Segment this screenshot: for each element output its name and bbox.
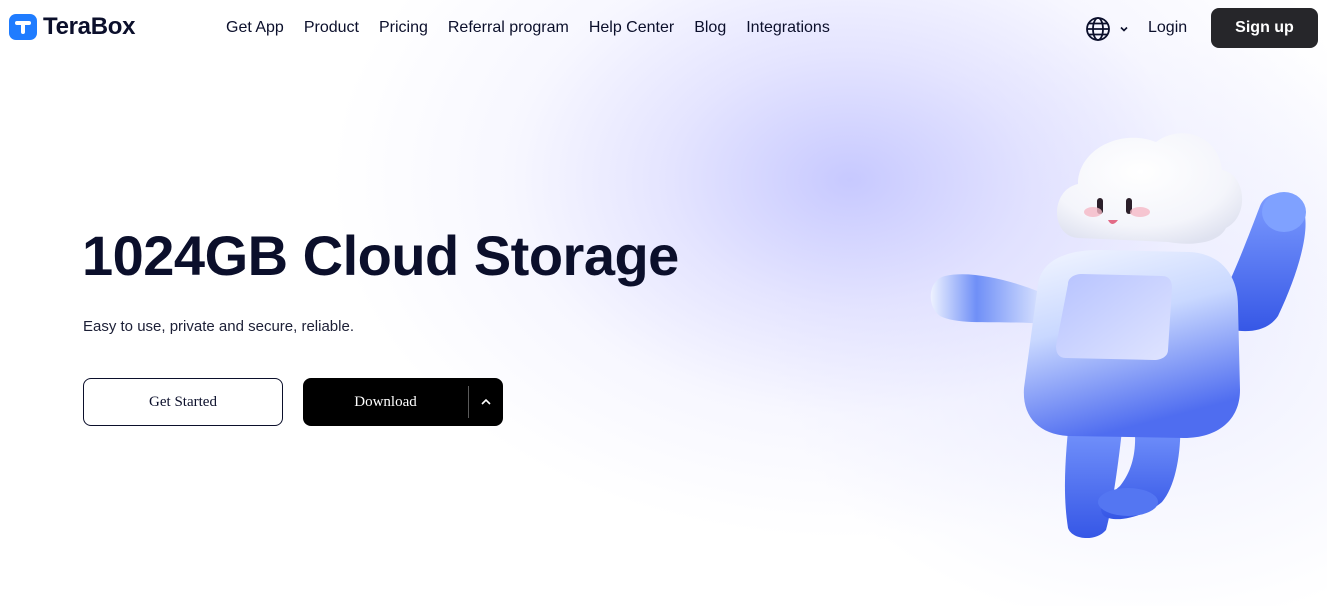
download-button-group: Download [303, 378, 503, 426]
download-button[interactable]: Download [303, 394, 468, 411]
cloud-mascot-illustration [930, 133, 1306, 539]
signup-button[interactable]: Sign up [1211, 8, 1318, 48]
hero-subtitle: Easy to use, private and secure, reliabl… [83, 318, 354, 335]
nav-integrations[interactable]: Integrations [746, 18, 830, 38]
download-menu-toggle[interactable] [469, 378, 503, 426]
nav-help-center[interactable]: Help Center [589, 18, 674, 38]
globe-icon [1086, 17, 1110, 41]
brand-name: TeraBox [43, 13, 136, 40]
nav-blog[interactable]: Blog [694, 18, 726, 38]
chevron-up-icon [481, 398, 491, 405]
brand-logo[interactable]: TeraBox [8, 12, 135, 42]
hero-title: 1024GB Cloud Storage [82, 224, 679, 287]
nav-referral-program[interactable]: Referral program [448, 18, 569, 38]
login-link[interactable]: Login [1148, 18, 1187, 38]
terabox-logo-icon [9, 14, 37, 40]
nav-get-app[interactable]: Get App [226, 18, 284, 38]
nav-pricing[interactable]: Pricing [379, 18, 428, 38]
chevron-down-icon [1120, 26, 1128, 32]
top-header: TeraBox Get App Product Pricing Referral… [0, 0, 1327, 58]
language-selector[interactable] [1085, 16, 1129, 42]
main-nav: Get App Product Pricing Referral program… [226, 18, 830, 38]
nav-product[interactable]: Product [304, 18, 359, 38]
get-started-button[interactable]: Get Started [83, 378, 283, 426]
